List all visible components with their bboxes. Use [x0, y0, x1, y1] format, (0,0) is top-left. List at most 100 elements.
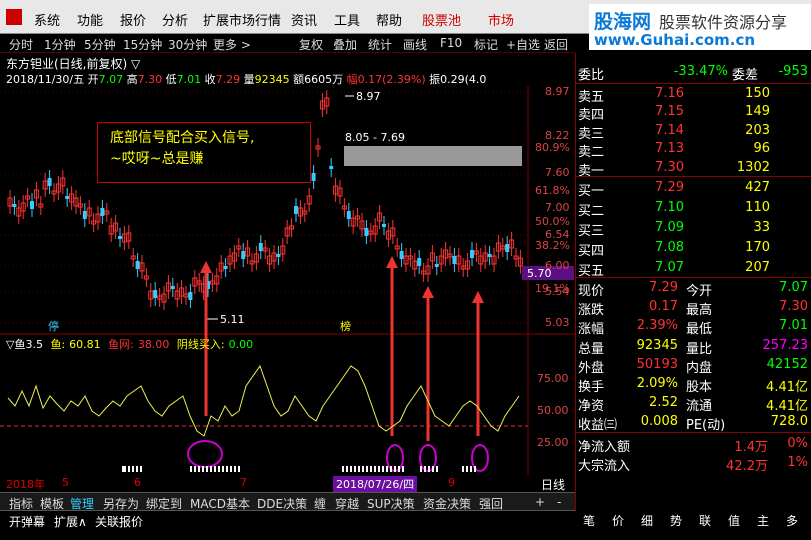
buy-row[interactable]: 买二 7.10 110 [576, 198, 811, 219]
stock-close: 7.29 [215, 73, 241, 86]
signal-bar [474, 466, 476, 472]
indicator-name[interactable]: ▽鱼3.5 [6, 338, 43, 351]
detail-tab[interactable]: 价 [612, 512, 624, 529]
menu-quote[interactable]: 报价 [120, 10, 146, 29]
detail-tab[interactable]: 主 [757, 512, 769, 529]
signal-bar [402, 466, 404, 472]
pct-axis-label: 61.8% [535, 184, 570, 197]
signal-bar [202, 466, 204, 472]
menu-function[interactable]: 功能 [77, 10, 103, 29]
stat-value: 7.30 [779, 299, 808, 315]
candle-body [188, 292, 193, 300]
candle-body [241, 251, 246, 259]
tool-add-fav[interactable]: +自选 [506, 36, 540, 53]
stat-label: 外盘 [578, 360, 605, 376]
detail-tab[interactable]: 势 [670, 512, 682, 529]
signal-bar [238, 466, 240, 472]
linked-quote-button[interactable]: 关联报价 [95, 513, 143, 530]
extend-button[interactable]: 扩展∧ [54, 513, 87, 530]
date-cursor-label: 2018/07/26/四 [333, 476, 418, 492]
tool-f10[interactable]: F10 [440, 36, 462, 50]
pct-axis-label: 80.9% [535, 141, 570, 154]
stat-label: 总量 [578, 341, 605, 357]
menu-market[interactable]: 市场 [488, 10, 514, 29]
candle-body [382, 224, 386, 227]
signal-bar [124, 466, 126, 472]
menu-tools[interactable]: 工具 [334, 10, 360, 29]
price-axis-label: 7.00 [545, 201, 570, 214]
signal-bar [206, 466, 208, 472]
tool-draw[interactable]: 画线 [403, 36, 427, 53]
menu-stock-pool[interactable]: 股票池 [422, 10, 461, 29]
buy-row[interactable]: 买三 7.09 33 [576, 218, 811, 239]
tab-minus[interactable]: - [557, 495, 561, 509]
stat-label: 最低 [686, 322, 713, 338]
sell-price: 7.16 [655, 86, 684, 101]
detail-tab[interactable]: 值 [728, 512, 740, 529]
detail-tab[interactable]: 联 [699, 512, 711, 529]
buy-row[interactable]: 买一 7.29 427 [576, 178, 811, 199]
detail-tab[interactable]: 多 [786, 512, 798, 529]
stat-value: 728.0 [770, 414, 808, 430]
period-timeshare[interactable]: 分时 [9, 36, 33, 53]
signal-bar [132, 466, 134, 472]
sell-row[interactable]: 卖四 7.15 149 [576, 102, 811, 123]
buy-volume: 427 [745, 180, 770, 195]
high-mark-label: 8.97 [356, 90, 381, 103]
tool-overlay[interactable]: 叠加 [333, 36, 357, 53]
period-5min[interactable]: 5分钟 [84, 36, 116, 53]
menu-analysis[interactable]: 分析 [162, 10, 188, 29]
buy-row[interactable]: 买四 7.08 170 [576, 238, 811, 259]
stock-amount: 6605万 [304, 73, 344, 86]
candle-body [65, 196, 70, 199]
brand-subtitle: 股票软件资源分享 [659, 13, 788, 32]
detail-tab[interactable]: 细 [641, 512, 653, 529]
period-30min[interactable]: 30分钟 [168, 36, 207, 53]
signal-bar [346, 466, 348, 472]
sell-row[interactable]: 卖三 7.14 203 [576, 121, 811, 142]
signal-bar [362, 466, 364, 472]
menu-ext-market[interactable]: 扩展市场行情 [203, 10, 281, 29]
stat-value: 7.01 [779, 318, 808, 334]
candle-body [329, 166, 334, 169]
stock-change: 0.17(2.39%) [357, 73, 426, 86]
tab-plus[interactable]: + [535, 495, 545, 509]
stat-value: 4.41亿 [766, 380, 808, 395]
stat-label: 今开 [686, 284, 713, 299]
tool-restore-rights[interactable]: 复权 [299, 36, 323, 53]
sell-volume: 1302 [736, 159, 770, 175]
candle-body [135, 261, 140, 269]
stat-value: 2.09% [636, 376, 678, 391]
candle-body [47, 178, 52, 186]
signal-bar [342, 466, 344, 472]
sell-row[interactable]: 卖五 7.16 150 [576, 84, 811, 105]
tool-back[interactable]: 返回 [544, 36, 568, 53]
menu-news[interactable]: 资讯 [291, 10, 317, 29]
menu-help[interactable]: 帮助 [376, 10, 402, 29]
price-axis-label: 8.97 [545, 86, 570, 98]
sell-row[interactable]: 卖一 7.30 1302 [576, 158, 811, 179]
buy-row[interactable]: 买五 7.07 207 [576, 258, 811, 279]
stock-volume: 92345 [254, 73, 290, 86]
signal-bar [390, 466, 392, 472]
signal-bar [394, 466, 396, 472]
period-label[interactable]: 日线 [531, 476, 575, 492]
stat-row: 总量 92345 量比 257.23 [576, 336, 811, 357]
period-more[interactable]: 更多 > [213, 36, 251, 53]
candle-body [82, 211, 87, 219]
menu-system[interactable]: 系统 [34, 10, 60, 29]
signal-bar [136, 466, 138, 472]
signal-bar [386, 466, 388, 472]
sell-price: 7.30 [655, 159, 684, 175]
period-15min[interactable]: 15分钟 [123, 36, 162, 53]
stat-label: 涨跌 [578, 303, 605, 319]
tool-mark[interactable]: 标记 [474, 36, 498, 53]
danmaku-button[interactable]: 开弹幕 [9, 513, 45, 530]
stat-value: 7.29 [649, 280, 678, 295]
period-1min[interactable]: 1分钟 [44, 36, 76, 53]
detail-tab[interactable]: 笔 [583, 512, 595, 529]
sell-row[interactable]: 卖二 7.13 96 [576, 139, 811, 160]
tool-stats[interactable]: 统计 [368, 36, 392, 53]
signal-bar [374, 466, 376, 472]
sell-volume: 149 [745, 104, 770, 120]
